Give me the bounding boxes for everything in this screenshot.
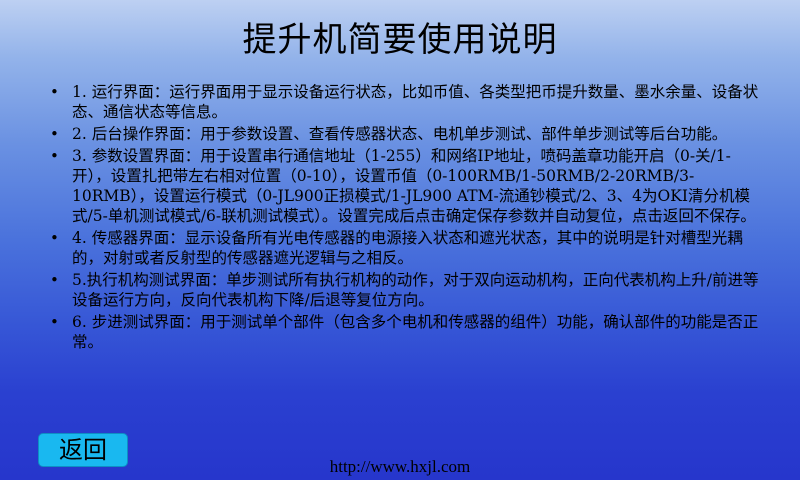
instruction-item: • 2. 后台操作界面：用于参数设置、查看传感器状态、电机单步测试、部件单步测试… <box>46 124 766 144</box>
instruction-item: • 4. 传感器界面：显示设备所有光电传感器的电源接入状态和遮光状态，其中的说明… <box>46 228 766 268</box>
instruction-text: 5.执行机构测试界面：单步测试所有执行机构的动作，对于双向运动机构，正向代表机构… <box>72 271 759 309</box>
instruction-item: • 5.执行机构测试界面：单步测试所有执行机构的动作，对于双向运动机构，正向代表… <box>46 270 766 310</box>
instruction-text: 6. 步进测试界面：用于测试单个部件（包含多个电机和传感器的组件）功能，确认部件… <box>72 313 759 351</box>
instruction-text: 3. 参数设置界面：用于设置串行通信地址（1-255）和网络IP地址，喷码盖章功… <box>72 147 756 225</box>
bullet-icon: • <box>50 313 59 331</box>
instruction-item: • 1. 运行界面：运行界面用于显示设备运行状态，比如币值、各类型把币提升数量、… <box>46 82 766 122</box>
bullet-icon: • <box>50 83 59 101</box>
footer-url: http://www.hxjl.com <box>329 457 471 476</box>
instruction-item: • 6. 步进测试界面：用于测试单个部件（包含多个电机和传感器的组件）功能，确认… <box>46 312 766 352</box>
instruction-item: • 3. 参数设置界面：用于设置串行通信地址（1-255）和网络IP地址，喷码盖… <box>46 146 766 226</box>
bullet-icon: • <box>50 125 59 143</box>
instruction-text: 4. 传感器界面：显示设备所有光电传感器的电源接入状态和遮光状态，其中的说明是针… <box>72 229 743 267</box>
instruction-text: 1. 运行界面：运行界面用于显示设备运行状态，比如币值、各类型把币提升数量、墨水… <box>72 83 759 121</box>
bullet-icon: • <box>50 271 59 289</box>
bullet-icon: • <box>50 229 59 247</box>
instruction-text: 2. 后台操作界面：用于参数设置、查看传感器状态、电机单步测试、部件单步测试等后… <box>72 125 728 143</box>
page-title: 提升机简要使用说明 <box>242 20 558 60</box>
bullet-icon: • <box>50 147 59 165</box>
instruction-list: • 1. 运行界面：运行界面用于显示设备运行状态，比如币值、各类型把币提升数量、… <box>46 82 766 354</box>
